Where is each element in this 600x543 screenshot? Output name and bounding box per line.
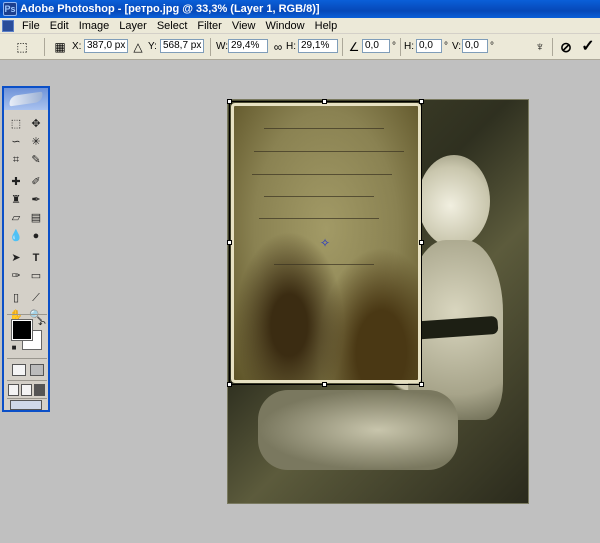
menu-filter[interactable]: Filter bbox=[192, 18, 226, 34]
height-field[interactable]: 29,1% bbox=[298, 39, 338, 53]
jump-to-imageready-icon[interactable] bbox=[10, 400, 42, 410]
vertical-skew-field[interactable]: 0,0 bbox=[462, 39, 488, 53]
options-separator bbox=[210, 38, 211, 56]
transform-handle-top[interactable] bbox=[322, 99, 327, 104]
lasso-tool-icon[interactable]: ∽ bbox=[8, 134, 24, 150]
type-tool-icon[interactable]: T bbox=[28, 250, 44, 266]
full-screen-menu-mode-icon[interactable] bbox=[21, 384, 32, 396]
transform-center-point-icon[interactable]: ✧ bbox=[320, 237, 330, 249]
transform-handle-right[interactable] bbox=[419, 240, 424, 245]
eraser-tool-icon[interactable]: ▱ bbox=[8, 210, 24, 226]
menu-select[interactable]: Select bbox=[152, 18, 193, 34]
toolbox-separator bbox=[7, 358, 47, 359]
y-label: Y: bbox=[148, 41, 157, 52]
quick-mask-mode-icon[interactable] bbox=[30, 364, 44, 376]
commit-transform-icon[interactable]: ✓ bbox=[580, 39, 596, 55]
magic-wand-tool-icon[interactable]: ✳ bbox=[28, 134, 44, 150]
free-transform-tool-icon[interactable]: ⬚ bbox=[14, 39, 30, 55]
slice-tool-icon[interactable]: ✎ bbox=[28, 152, 44, 168]
notes-tool-icon[interactable]: ▯ bbox=[8, 290, 24, 306]
healing-brush-tool-icon[interactable]: ✚ bbox=[8, 174, 24, 190]
options-separator bbox=[342, 38, 343, 56]
menu-help[interactable]: Help bbox=[310, 18, 343, 34]
blur-tool-icon[interactable]: 💧 bbox=[8, 228, 24, 244]
vertical-skew-label: V: bbox=[452, 41, 462, 52]
menu-edit[interactable]: Edit bbox=[45, 18, 74, 34]
pen-tool-icon[interactable]: ✑ bbox=[8, 268, 24, 284]
menu-layer[interactable]: Layer bbox=[114, 18, 152, 34]
width-label: W: bbox=[216, 41, 229, 52]
transform-handle-top-left[interactable] bbox=[227, 99, 232, 104]
standard-screen-mode-icon[interactable] bbox=[8, 384, 19, 396]
history-brush-tool-icon[interactable]: ✒ bbox=[28, 192, 44, 208]
full-screen-mode-icon[interactable] bbox=[34, 384, 45, 396]
marquee-tool-icon[interactable]: ⬚ bbox=[8, 116, 24, 132]
toolbox-header[interactable] bbox=[4, 88, 48, 110]
horizontal-skew-field[interactable]: 0,0 bbox=[416, 39, 442, 53]
options-separator bbox=[44, 38, 45, 56]
transform-handle-bottom-right[interactable] bbox=[419, 382, 424, 387]
doll-head-image bbox=[418, 155, 490, 247]
swap-colors-icon[interactable]: ↶ bbox=[34, 316, 50, 332]
cancel-transform-icon[interactable]: ⊘ bbox=[558, 39, 574, 55]
menu-bar: File Edit Image Layer Select Filter View… bbox=[0, 18, 600, 34]
window-titlebar: Ps Adobe Photoshop - [ретро.jpg @ 33,3% … bbox=[0, 0, 600, 18]
height-label: H: bbox=[286, 41, 296, 52]
transform-handle-bottom[interactable] bbox=[322, 382, 327, 387]
menu-window[interactable]: Window bbox=[261, 18, 310, 34]
degree-unit: ° bbox=[444, 41, 448, 52]
width-field[interactable]: 29,4% bbox=[228, 39, 268, 53]
y-position-field[interactable]: 568,7 px bbox=[160, 39, 204, 53]
menu-image[interactable]: Image bbox=[74, 18, 115, 34]
path-selection-tool-icon[interactable]: ➤ bbox=[8, 250, 24, 266]
options-separator bbox=[552, 38, 553, 56]
menu-file[interactable]: File bbox=[17, 18, 45, 34]
window-title: Adobe Photoshop - [ретро.jpg @ 33,3% (La… bbox=[20, 3, 320, 15]
rotation-field[interactable]: 0,0 bbox=[362, 39, 390, 53]
standard-mode-icon[interactable] bbox=[12, 364, 26, 376]
default-colors-icon[interactable]: ■ bbox=[6, 340, 22, 356]
options-separator bbox=[400, 38, 401, 56]
x-position-field[interactable]: 387,0 px bbox=[84, 39, 128, 53]
menu-view[interactable]: View bbox=[227, 18, 261, 34]
reference-point-icon[interactable]: ▦ bbox=[52, 39, 68, 55]
warp-mode-icon[interactable]: ♆ bbox=[532, 39, 548, 55]
clone-stamp-tool-icon[interactable]: ♜ bbox=[8, 192, 24, 208]
degree-unit: ° bbox=[392, 41, 396, 52]
x-label: X: bbox=[72, 41, 82, 52]
options-bar: ⬚ ▦ X: 387,0 px △ Y: 568,7 px W: 29,4% ∞… bbox=[0, 34, 600, 60]
relative-position-icon[interactable]: △ bbox=[130, 39, 146, 55]
degree-unit: ° bbox=[490, 41, 494, 52]
transform-handle-left[interactable] bbox=[227, 240, 232, 245]
toolbox-separator bbox=[7, 314, 47, 315]
shape-tool-icon[interactable]: ▭ bbox=[28, 268, 44, 284]
toolbox-separator bbox=[7, 380, 47, 381]
transform-handle-bottom-left[interactable] bbox=[227, 382, 232, 387]
link-icon[interactable]: ∞ bbox=[270, 39, 286, 55]
dodge-tool-icon[interactable]: ● bbox=[28, 228, 44, 244]
gradient-tool-icon[interactable]: ▤ bbox=[28, 210, 44, 226]
move-tool-icon[interactable]: ✥ bbox=[28, 116, 44, 132]
rotate-icon: ∠ bbox=[348, 40, 360, 54]
doll-legs-image bbox=[258, 390, 458, 470]
photoshop-app-icon: Ps bbox=[3, 2, 17, 16]
brush-tool-icon[interactable]: ✐ bbox=[28, 174, 44, 190]
crop-tool-icon[interactable]: ⌗ bbox=[8, 152, 24, 168]
photoshop-feather-logo bbox=[8, 91, 44, 107]
transform-handle-top-right[interactable] bbox=[419, 99, 424, 104]
toolbox-separator bbox=[7, 398, 47, 399]
photoshop-menu-icon[interactable] bbox=[2, 19, 14, 32]
horizontal-skew-label: H: bbox=[404, 41, 414, 52]
foreground-color-swatch[interactable] bbox=[11, 319, 33, 341]
eyedropper-tool-icon[interactable]: ⟋ bbox=[28, 290, 44, 306]
tools-palette: ⬚ ✥ ∽ ✳ ⌗ ✎ ✚ ✐ ♜ ✒ ▱ ▤ 💧 ● ➤ T ✑ ▭ ▯ ⟋ … bbox=[2, 86, 50, 412]
